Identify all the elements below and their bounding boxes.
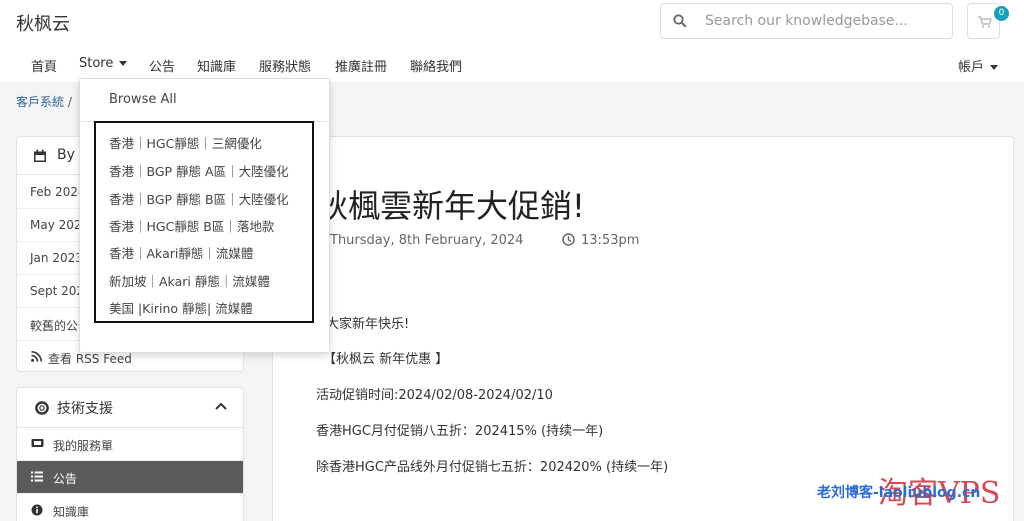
announcement-paragraph: 大家新年快乐! — [326, 317, 410, 332]
announcement-time: 13:53pm — [562, 233, 639, 248]
sidebar-item-label: 知識庫 — [53, 505, 90, 519]
sidebar-item-label: 公告 — [53, 472, 78, 486]
clock-icon — [562, 233, 575, 246]
nav-store[interactable]: Store — [79, 56, 128, 71]
search-input[interactable] — [705, 10, 945, 32]
life-ring-icon — [35, 401, 49, 415]
caret-down-icon — [119, 61, 128, 66]
sidebar-item-tickets[interactable]: 我的服務單 — [17, 428, 243, 461]
nav-store-label: Store — [79, 56, 114, 71]
announcement-paragraph: 香港HGC月付促销八五折：202415% (持续一年) — [316, 424, 604, 439]
caret-down-icon — [990, 65, 999, 70]
month-label: Jan 2023 — [30, 251, 83, 265]
shopping-cart-icon — [978, 16, 992, 28]
month-label: Feb 2024 — [30, 185, 86, 199]
store-menu-item[interactable]: 香港｜Akari靜態｜流媒體 — [109, 243, 253, 262]
nav-account-label: 帳戶 — [958, 60, 985, 75]
store-menu-item[interactable]: 新加坡｜Akari 靜態｜流媒體 — [109, 271, 270, 290]
browse-all-link[interactable]: Browse All — [109, 92, 177, 107]
announcement-title: 秋楓雲新年大促銷! — [316, 187, 585, 225]
announcement-paragraph: 除香港HGC产品线外月付促销七五折：202420% (持续一年) — [316, 460, 669, 475]
support-card: 技術支援 我的服務單 公告 知識庫 — [16, 387, 244, 521]
sidebar-item-knowledgebase[interactable]: 知識庫 — [17, 494, 243, 521]
time-text: 13:53pm — [581, 233, 640, 248]
main-navbar: 首頁 Store 公告 知識庫 服務狀態 推廣註冊 聯絡我們 帳戶 — [0, 44, 1024, 82]
nav-home[interactable]: 首頁 — [31, 56, 57, 75]
card-title: 技術支援 — [57, 401, 113, 417]
ticket-icon — [31, 439, 44, 447]
announcement-date: Thursday, 8th February, 2024 — [316, 233, 523, 248]
sidebar-item-announcements[interactable]: 公告 — [17, 461, 243, 494]
date-text: Thursday, 8th February, 2024 — [330, 233, 524, 248]
cart-count-badge: 0 — [994, 6, 1009, 21]
nav-affiliates[interactable]: 推廣註冊 — [335, 56, 387, 75]
nav-announcements[interactable]: 公告 — [149, 56, 175, 75]
breadcrumb: 客戶系統 / — [16, 93, 72, 110]
nav-network-status[interactable]: 服務狀態 — [259, 56, 311, 75]
announcement-paragraph: 【秋枫云 新年优惠 】 — [323, 352, 449, 367]
store-menu-item[interactable]: 香港｜HGC靜態｜三網優化 — [109, 133, 262, 152]
announcement-paragraph: 活动促销时间:2024/02/08-2024/02/10 — [316, 388, 553, 403]
month-label: May 202 — [30, 218, 82, 232]
chevron-up-icon[interactable] — [215, 402, 227, 410]
nav-account[interactable]: 帳戶 — [958, 56, 999, 75]
month-label: Sept 202 — [30, 284, 85, 298]
card-header[interactable]: 技術支援 — [17, 388, 243, 428]
list-icon — [31, 471, 43, 482]
search-icon — [673, 14, 687, 28]
nav-contact[interactable]: 聯絡我們 — [410, 56, 462, 75]
store-menu-item[interactable]: 香港｜HGC靜態 B區｜落地款 — [109, 216, 274, 235]
breadcrumb-home[interactable]: 客戶系統 — [16, 95, 64, 109]
calendar-icon — [34, 149, 46, 162]
store-menu-item[interactable]: 香港｜BGP 靜態 A區｜大陸優化 — [109, 161, 289, 180]
rss-icon — [31, 351, 42, 362]
store-menu-item[interactable]: 香港｜BGP 靜態 B區｜大陸優化 — [109, 189, 289, 208]
search-box[interactable] — [660, 3, 953, 39]
info-circle-icon — [31, 504, 43, 516]
watermark-text: 老刘博客-laoliublog.cn — [817, 485, 981, 501]
brand-logo[interactable]: 秋枫云 — [16, 10, 70, 36]
sidebar-item-label: 我的服務單 — [53, 439, 114, 453]
breadcrumb-separator: / — [67, 95, 72, 109]
nav-knowledgebase[interactable]: 知識庫 — [197, 56, 236, 75]
top-header: 秋枫云 0 — [0, 0, 1024, 44]
store-menu-item[interactable]: 美国 |Kirino 靜態| 流媒體 — [109, 298, 253, 317]
